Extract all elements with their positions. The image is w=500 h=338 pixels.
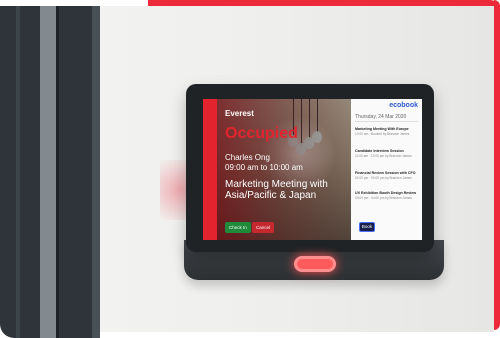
schedule-item-meta: 03:00 pm · 04:00 pm by Brandon James (355, 196, 412, 200)
status-led-icon (294, 256, 336, 272)
schedule-item-meta: 11:00 am · 12:00 pm by Brandon James (355, 154, 412, 158)
schedule-item[interactable]: Candidate Interview Session 11:00 am · 1… (355, 149, 418, 158)
schedule-item-title: UX Exhibition Booth Design Review (355, 191, 417, 195)
schedule-item-title: Financial Review Session with CFO (355, 171, 416, 175)
door-frame (0, 6, 100, 338)
check-in-button[interactable]: Check In (225, 222, 251, 233)
schedule-item-meta: 01:00 pm · 02:00 pm by Brandon James (355, 176, 412, 180)
schedule-date: Thursday, 24 Mar 2020 (355, 114, 407, 120)
booker-name: Charles Ong (225, 153, 270, 162)
schedule-item-title: Marketing Meeting With Europe (355, 127, 409, 131)
cancel-button[interactable]: Cancel (252, 222, 275, 233)
schedule-item-meta: 10:00 am · Booked by Brandon James (355, 132, 410, 136)
room-name: Everest (225, 109, 254, 118)
divider (355, 121, 418, 122)
schedule-item[interactable]: UX Exhibition Booth Design Review 03:00 … (355, 191, 418, 200)
meeting-title: Marketing Meeting with Asia/Pacific & Ja… (225, 179, 328, 201)
brand-accent-right (494, 0, 500, 330)
device-screen: Everest Occupied Charles Ong 09:00 am to… (203, 99, 422, 240)
occupied-indicator-strip (203, 99, 217, 240)
schedule-item-title: Candidate Interview Session (355, 149, 404, 153)
schedule-panel: ecobook Thursday, 24 Mar 2020 Marketing … (351, 99, 422, 240)
ecobook-logo: ecobook (389, 102, 418, 109)
meeting-time: 09:00 am to 10:00 am (225, 163, 303, 172)
schedule-item[interactable]: Financial Review Session with CFO 01:00 … (355, 171, 418, 180)
room-status-panel: Everest Occupied Charles Ong 09:00 am to… (203, 99, 351, 240)
schedule-item[interactable]: Marketing Meeting With Europe 10:00 am ·… (355, 127, 418, 136)
book-button[interactable]: Book (359, 222, 375, 232)
room-status: Occupied (225, 125, 298, 142)
